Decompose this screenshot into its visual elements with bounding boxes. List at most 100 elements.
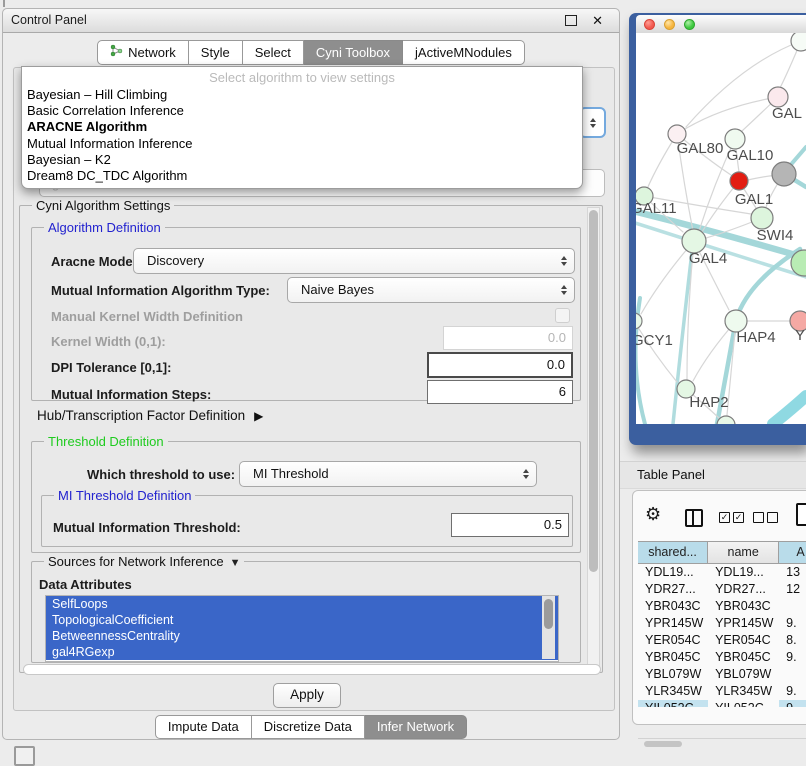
table-cell[interactable]: YBR045C: [638, 649, 708, 666]
table-cell[interactable]: YBL079W: [638, 666, 708, 683]
tab-select[interactable]: Select: [243, 40, 304, 65]
table-cell[interactable]: 12: [779, 581, 806, 598]
table-cell[interactable]: 9.: [779, 683, 806, 700]
control-panel-titlebar[interactable]: Control Panel ✕: [3, 9, 619, 33]
settings-horizontal-scrollbar[interactable]: [23, 664, 601, 675]
tab-network[interactable]: Network: [97, 40, 189, 65]
table-cell[interactable]: 13: [779, 564, 806, 581]
network-edge[interactable]: [773, 396, 806, 424]
network-graph[interactable]: GALGAL80GAL10GAL1GAL11SWI4GAL4HAP4YGCY1H…: [636, 33, 806, 424]
network-window-titlebar[interactable]: [636, 15, 806, 34]
table-horizontal-scrollbar[interactable]: [638, 738, 806, 749]
table-cell[interactable]: YBR043C: [708, 598, 779, 615]
gear-icon[interactable]: ⚙: [645, 506, 661, 524]
table-cell[interactable]: YDR27...: [638, 581, 708, 598]
table-cell[interactable]: 9.: [779, 615, 806, 632]
aracne-mode-combo[interactable]: Discovery: [133, 248, 575, 274]
table-cell[interactable]: YBL079W: [708, 666, 779, 683]
node-gray[interactable]: [772, 162, 796, 186]
node-gcy1[interactable]: [636, 313, 642, 329]
table-cell[interactable]: YIL052C: [638, 700, 708, 707]
tab-style[interactable]: Style: [189, 40, 243, 65]
tab-jactivemnodules[interactable]: jActiveMNodules: [403, 40, 525, 65]
column-header-name[interactable]: name: [708, 542, 779, 563]
list-item-topologicalcoefficient[interactable]: TopologicalCoefficient: [46, 612, 558, 628]
node-gal1[interactable]: [751, 207, 773, 229]
minimized-panel-icon[interactable]: [14, 746, 35, 766]
table-row[interactable]: YBR043CYBR043C: [638, 598, 806, 615]
table-cell[interactable]: YER054C: [708, 632, 779, 649]
table-row[interactable]: YER054CYER054C8.: [638, 632, 806, 649]
tab-impute-data[interactable]: Impute Data: [155, 715, 252, 739]
table-cell[interactable]: 9.: [779, 700, 806, 707]
table-row[interactable]: YBR045CYBR045C9.: [638, 649, 806, 666]
mi-threshold-field[interactable]: 0.5: [451, 513, 569, 537]
column-header-a[interactable]: A: [779, 542, 806, 563]
select-all-icon[interactable]: ✓ ✓: [719, 512, 744, 523]
column-header-shared[interactable]: shared...: [638, 542, 708, 563]
node-gal10[interactable]: [725, 129, 745, 149]
dropdown-option-bayesian-hill-climbing[interactable]: Bayesian – Hill Climbing: [22, 87, 582, 103]
zoom-traffic-light[interactable]: [684, 19, 695, 30]
table-row[interactable]: YIL052CYIL052C9.: [638, 700, 806, 707]
network-canvas[interactable]: GALGAL80GAL10GAL1GAL11SWI4GAL4HAP4YGCY1H…: [636, 33, 806, 424]
dropdown-option-aracne-algorithm[interactable]: ARACNE Algorithm: [22, 119, 582, 135]
tab-discretize-data[interactable]: Discretize Data: [252, 715, 365, 739]
table-row[interactable]: YDR27...YDR27...12: [638, 581, 806, 598]
table-cell[interactable]: YDL19...: [638, 564, 708, 581]
hub-transcription-factor-toggle[interactable]: Hub/Transcription Factor Definition▶: [37, 408, 263, 423]
table-cell[interactable]: YLR345W: [638, 683, 708, 700]
dropdown-option-mutual-information-inference[interactable]: Mutual Information Inference: [22, 136, 582, 152]
columns-icon[interactable]: [685, 509, 703, 527]
settings-scrollbar-thumb[interactable]: [589, 210, 598, 572]
dropdown-option-bayesian-k2[interactable]: Bayesian – K2: [22, 152, 582, 168]
mi-algorithm-type-combo[interactable]: Naive Bayes: [287, 277, 575, 303]
sources-group-title[interactable]: Sources for Network Inference▼: [44, 554, 244, 569]
apply-button[interactable]: Apply: [273, 683, 341, 708]
table-row[interactable]: YDL19...YDL19...13: [638, 564, 806, 581]
table-cell[interactable]: YPR145W: [708, 615, 779, 632]
inference-algorithm-combo-arrow[interactable]: [579, 107, 606, 138]
table-row[interactable]: YLR345WYLR345W9.: [638, 683, 806, 700]
close-icon[interactable]: ✕: [592, 11, 603, 31]
table-row[interactable]: YBL079WYBL079W: [638, 666, 806, 683]
list-scrollbar[interactable]: [542, 596, 555, 659]
table-cell[interactable]: YDL19...: [708, 564, 779, 581]
data-attributes-list[interactable]: SelfLoopsTopologicalCoefficientBetweenne…: [45, 595, 559, 662]
document-icon[interactable]: [796, 503, 806, 526]
table-cell[interactable]: YDR27...: [708, 581, 779, 598]
kernel-width-field[interactable]: 0.0: [443, 326, 573, 350]
tab-infer-network[interactable]: Infer Network: [365, 715, 467, 739]
network-edge[interactable]: [636, 321, 677, 382]
list-item-gal4rgexp[interactable]: gal4RGexp: [46, 644, 558, 660]
settings-scrollbar[interactable]: [587, 207, 600, 667]
dropdown-option-dream8-dc-tdc-algorithm[interactable]: Dream8 DC_TDC Algorithm: [22, 168, 582, 184]
manual-kernel-width-checkbox[interactable]: [555, 308, 570, 323]
table-panel-header[interactable]: Table Panel: [620, 461, 806, 489]
table-cell[interactable]: YER054C: [638, 632, 708, 649]
deselect-all-icon[interactable]: [753, 512, 778, 523]
table-cell[interactable]: YBR043C: [638, 598, 708, 615]
table-cell[interactable]: YLR345W: [708, 683, 779, 700]
minimize-traffic-light[interactable]: [664, 19, 675, 30]
node-top-partial[interactable]: [791, 33, 806, 51]
list-item-selfloops[interactable]: SelfLoops: [46, 596, 558, 612]
table-row[interactable]: YPR145WYPR145W9.: [638, 615, 806, 632]
table-cell[interactable]: 8.: [779, 632, 806, 649]
close-traffic-light[interactable]: [644, 19, 655, 30]
list-scrollbar-thumb[interactable]: [544, 599, 553, 629]
table-cell[interactable]: [779, 666, 806, 683]
which-threshold-combo[interactable]: MI Threshold: [239, 461, 537, 487]
table-scrollbar-thumb[interactable]: [644, 741, 682, 747]
table-cell[interactable]: YIL052C: [708, 700, 779, 707]
list-item-betweennesscentrality[interactable]: BetweennessCentrality: [46, 628, 558, 644]
table-cell[interactable]: YBR045C: [708, 649, 779, 666]
table-cell[interactable]: YPR145W: [638, 615, 708, 632]
node-gal-top[interactable]: [768, 87, 788, 107]
dropdown-option-basic-correlation-inference[interactable]: Basic Correlation Inference: [22, 103, 582, 119]
mi-steps-field[interactable]: 6: [427, 380, 573, 404]
dpi-tolerance-field[interactable]: 0.0: [427, 352, 573, 378]
float-window-icon[interactable]: [565, 15, 577, 26]
table-cell[interactable]: [779, 598, 806, 615]
tab-cyni-toolbox[interactable]: Cyni Toolbox: [304, 40, 403, 65]
